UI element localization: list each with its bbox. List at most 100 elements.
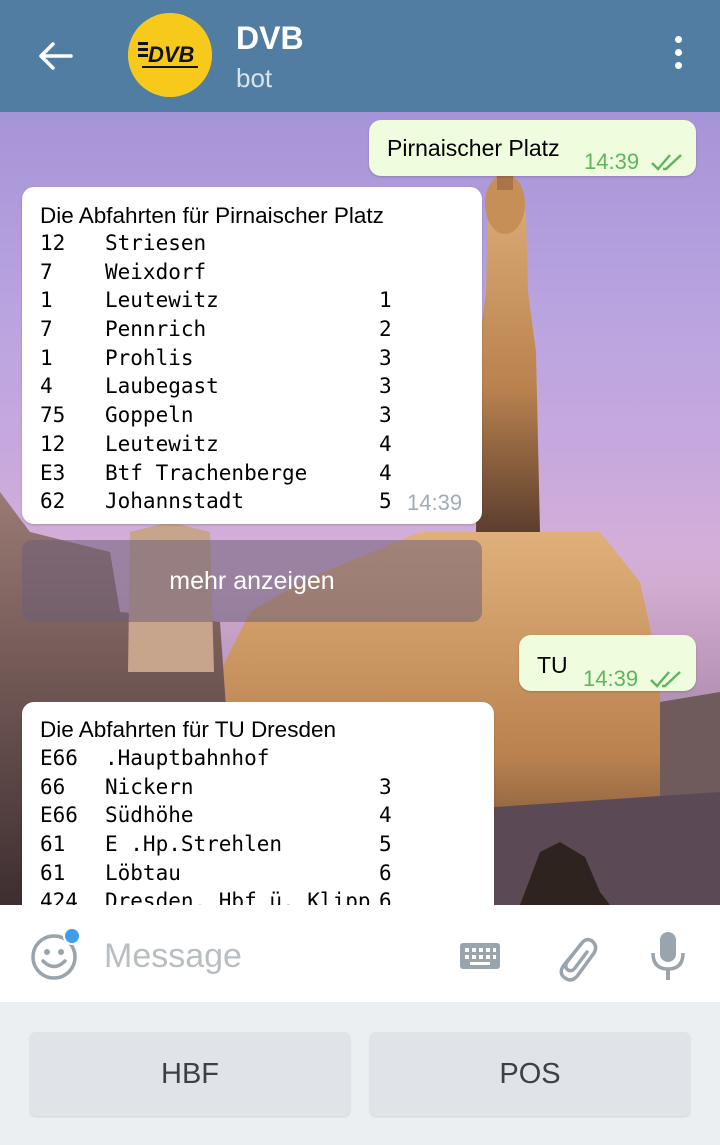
minutes: 3 — [379, 345, 392, 370]
departure-row: 1 Leutewitz 1 — [40, 286, 470, 315]
departure-row: 62 Johannstadt 5 — [40, 487, 470, 516]
destination: Südhöhe — [105, 803, 194, 828]
paperclip-icon — [559, 937, 598, 982]
svg-text:DVB: DVB — [148, 42, 195, 67]
bot-keyboard-button[interactable] — [458, 939, 502, 973]
line-number: 7 — [40, 259, 53, 284]
message-time: 14:39 — [584, 149, 640, 174]
dvb-logo-icon: DVB — [128, 13, 212, 97]
destination: Pennrich — [105, 317, 207, 342]
departure-row: 7 Pennrich 2 — [40, 315, 470, 344]
line-number: 424 — [40, 889, 78, 905]
destination: Striesen — [105, 231, 207, 255]
chat-header: DVB DVB bot — [0, 0, 720, 112]
voice-message-button[interactable] — [648, 929, 688, 983]
departure-row: 61 Löbtau 6 — [40, 859, 480, 888]
line-number: 7 — [40, 317, 53, 342]
line-number: E66 — [40, 803, 78, 828]
minutes: 5 — [379, 489, 392, 514]
destination: Nickern — [105, 774, 194, 799]
message-time: 14:39 — [407, 490, 463, 515]
bot-reply-keyboard: HBF POS — [0, 1002, 720, 1145]
departure-row: 12 Striesen — [40, 229, 470, 258]
reply-button-pos[interactable]: POS — [370, 1032, 690, 1116]
departure-row: 61 E .Hp.Strehlen 5 — [40, 830, 480, 859]
minutes: 6 — [379, 860, 392, 885]
line-number: E66 — [40, 746, 78, 770]
destination: Laubegast — [105, 374, 219, 399]
message-time: 14:39 — [583, 666, 639, 691]
incoming-message[interactable]: Die Abfahrten für Pirnaischer Platz 12 St… — [22, 187, 482, 524]
destination: Johannstadt — [105, 489, 245, 514]
destination: Löbtau — [105, 860, 181, 885]
minutes: 1 — [379, 288, 392, 313]
destination: .Hauptbahnhof — [105, 746, 270, 770]
notification-dot — [63, 927, 81, 945]
back-button[interactable] — [30, 34, 80, 78]
keyboard-icon — [460, 943, 500, 969]
departure-row: 7 Weixdorf — [40, 258, 470, 287]
departure-row: 4 Laubegast 3 — [40, 372, 470, 401]
departure-row: 424 Dresden, Hbf ü. Klipp 6 — [40, 887, 480, 905]
destination: Prohlis — [105, 345, 194, 370]
destination: Goppeln — [105, 403, 194, 428]
chat-area[interactable]: Pirnaischer Platz 14:39 Die Abfahrten fü… — [0, 112, 720, 905]
message-text: TU — [537, 652, 568, 678]
departure-row: 66 Nickern 3 — [40, 773, 480, 802]
minutes: 4 — [379, 460, 392, 485]
arrow-left-icon — [39, 42, 73, 70]
minutes: 4 — [379, 431, 392, 456]
line-number: 61 — [40, 860, 66, 885]
more-options-button[interactable] — [666, 36, 690, 76]
line-number: 61 — [40, 832, 66, 857]
line-number: 1 — [40, 345, 53, 370]
chat-subtitle: bot — [236, 63, 273, 93]
attach-button[interactable] — [552, 931, 600, 983]
departure-list: 12 Striesen 7 Weixdorf 1 Leutewitz 1 7 Pennrich 2… — [40, 229, 470, 516]
departure-row: 75 Goppeln 3 — [40, 401, 470, 430]
message-title: Die Abfahrten für TU Dresden — [40, 717, 336, 742]
destination: Leutewitz — [105, 288, 219, 313]
dot-icon — [674, 62, 682, 69]
outgoing-message[interactable]: TU 14:39 — [519, 635, 696, 691]
minutes: 3 — [379, 374, 392, 399]
double-check-icon — [651, 154, 682, 171]
line-number: 12 — [40, 231, 66, 255]
line-number: 12 — [40, 431, 66, 456]
minutes: 3 — [379, 774, 392, 799]
departure-row: 1 Prohlis 3 — [40, 344, 470, 373]
message-input-bar — [0, 905, 720, 1002]
destination: Dresden, Hbf ü. Klipp — [105, 889, 371, 905]
message-title: Die Abfahrten für Pirnaischer Platz — [40, 203, 384, 228]
minutes: 6 — [379, 889, 392, 905]
avatar[interactable]: DVB — [128, 13, 212, 97]
minutes: 4 — [379, 803, 392, 828]
line-number: 66 — [40, 774, 66, 799]
departure-row: E3 Btf Trachenberge 4 — [40, 459, 470, 488]
departure-row: E66 Südhöhe 4 — [40, 801, 480, 830]
microphone-icon — [651, 932, 685, 980]
minutes: 5 — [379, 832, 392, 857]
line-number: 4 — [40, 374, 53, 399]
message-text: Pirnaischer Platz — [387, 135, 560, 161]
line-number: E3 — [40, 460, 66, 485]
line-number: 75 — [40, 403, 66, 428]
destination: E .Hp.Strehlen — [105, 832, 283, 857]
chat-title: DVB — [236, 20, 304, 56]
show-more-button[interactable]: mehr anzeigen — [22, 540, 482, 622]
minutes: 2 — [379, 317, 392, 342]
dot-icon — [674, 36, 682, 43]
reply-button-hbf[interactable]: HBF — [30, 1032, 350, 1116]
departure-row: 12 Leutewitz 4 — [40, 430, 470, 459]
departure-list: E66 .Hauptbahnhof 66 Nickern 3 E66 Südhöhe 4 61 E… — [40, 744, 480, 905]
departure-row: E66 .Hauptbahnhof — [40, 744, 480, 773]
incoming-message[interactable]: Die Abfahrten für TU Dresden E66 .Hauptba… — [22, 702, 494, 905]
line-number: 62 — [40, 489, 66, 514]
destination: Leutewitz — [105, 431, 219, 456]
outgoing-message[interactable]: Pirnaischer Platz 14:39 — [369, 120, 696, 176]
dot-icon — [674, 49, 682, 56]
line-number: 1 — [40, 288, 53, 313]
minutes: 3 — [379, 403, 392, 428]
message-input[interactable] — [104, 933, 434, 979]
double-check-icon — [650, 671, 681, 688]
